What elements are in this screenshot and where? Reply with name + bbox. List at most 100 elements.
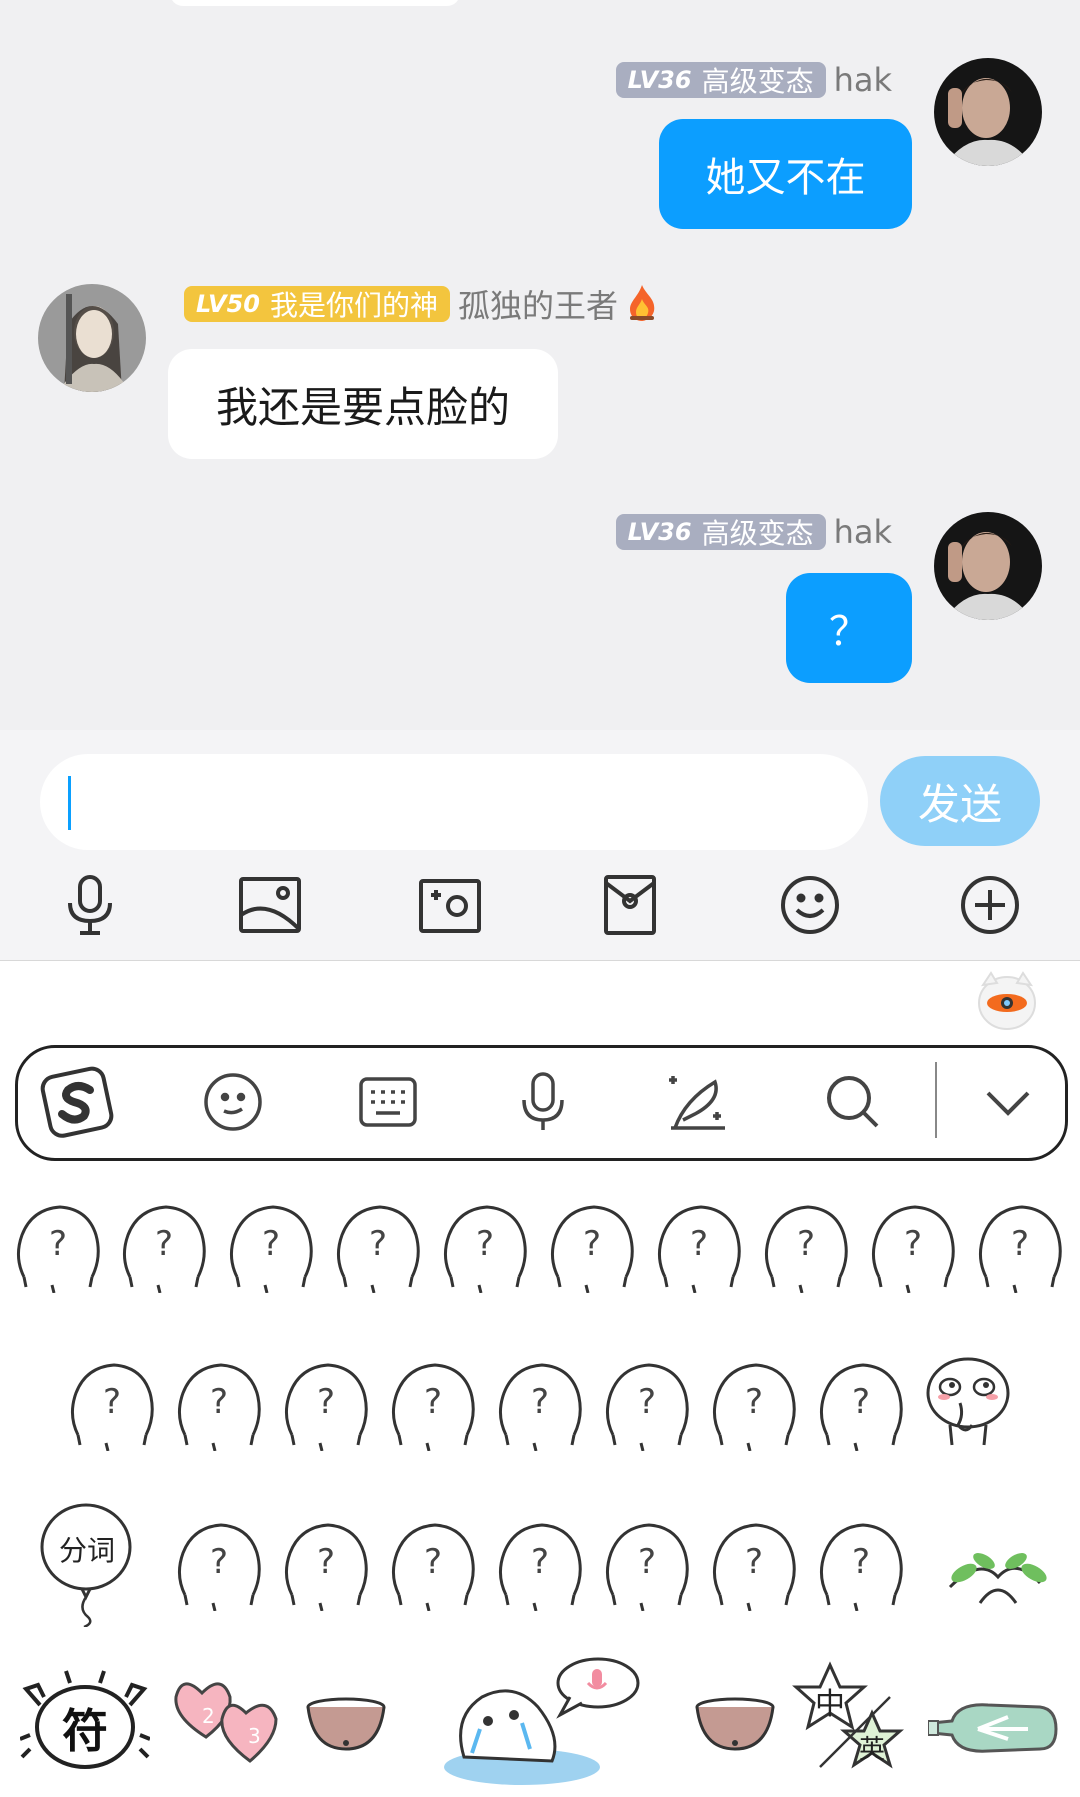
crab-sticker[interactable]: 符 (20, 1665, 150, 1777)
sticker-row: 符 23 中 英 (0, 1657, 1080, 1797)
bowl-sticker[interactable] (694, 1697, 776, 1753)
svg-text:?: ? (531, 1542, 549, 1582)
question-face-sticker[interactable]: ? (12, 1201, 104, 1293)
question-face-sticker[interactable]: ? (494, 1359, 586, 1451)
question-face-sticker[interactable]: ? (387, 1359, 479, 1451)
svg-text:?: ? (797, 1224, 815, 1264)
microphone-icon[interactable] (45, 860, 135, 950)
question-face-sticker[interactable]: ? (708, 1519, 800, 1611)
bowl-sticker[interactable] (305, 1697, 387, 1753)
question-face-sticker[interactable]: ? (280, 1519, 372, 1611)
question-face-sticker[interactable]: ? (974, 1201, 1066, 1293)
svg-text:?: ? (103, 1382, 121, 1422)
svg-text:?: ? (424, 1382, 442, 1422)
question-face-sticker[interactable]: ? (66, 1359, 158, 1451)
question-face-sticker[interactable]: ? (708, 1359, 800, 1451)
send-button[interactable]: 发送 (880, 756, 1040, 846)
svg-text:3: 3 (248, 1724, 261, 1748)
username: hak (833, 61, 892, 99)
sticker-row: ? ? ? ? ? ? ? ? ? ? (0, 1201, 1080, 1301)
question-face-sticker[interactable]: ? (760, 1201, 852, 1293)
emoji-icon[interactable] (193, 1062, 273, 1142)
svg-text:?: ? (155, 1224, 173, 1264)
crying-blob-sticker[interactable] (442, 1657, 642, 1787)
bottle-sticker[interactable] (928, 1693, 1060, 1763)
svg-text:?: ? (852, 1542, 870, 1582)
fire-icon (626, 283, 658, 325)
question-face-sticker[interactable]: ? (815, 1519, 907, 1611)
question-face-sticker[interactable]: ? (173, 1519, 265, 1611)
chat-area: LV36 高级变态 hak 她又不在 LV50 我是你们的神 孤独的王者 我还是要点… (0, 0, 1080, 730)
emoji-icon[interactable] (765, 860, 855, 950)
question-face-sticker[interactable]: ? (601, 1519, 693, 1611)
question-face-sticker[interactable]: ? (815, 1359, 907, 1451)
voice-icon[interactable] (503, 1062, 583, 1142)
message-bubble[interactable]: 我还是要点脸的 (168, 349, 558, 459)
svg-text:?: ? (583, 1224, 601, 1264)
username: hak (833, 513, 892, 551)
sender-info: LV36 高级变态 hak (615, 60, 892, 100)
level-badge: LV36 高级变态 (615, 514, 826, 550)
keyboard-icon[interactable] (348, 1062, 428, 1142)
collapse-icon[interactable] (968, 1062, 1048, 1142)
question-face-sticker[interactable]: ? (601, 1359, 693, 1451)
avatar[interactable] (38, 284, 146, 392)
question-face-sticker[interactable]: ? (332, 1201, 424, 1293)
red-packet-icon[interactable] (585, 860, 675, 950)
zh-en-switch-sticker[interactable]: 中 英 (790, 1657, 910, 1783)
sogou-logo-icon[interactable] (38, 1062, 118, 1142)
fenci-balloon-sticker[interactable]: 分词 (38, 1501, 136, 1627)
image-icon[interactable] (225, 860, 315, 950)
svg-text:?: ? (210, 1382, 228, 1422)
avatar[interactable] (934, 58, 1042, 166)
question-face-sticker[interactable]: ? (225, 1201, 317, 1293)
message-bubble[interactable]: 她又不在 (659, 119, 912, 229)
svg-text:?: ? (638, 1542, 656, 1582)
svg-text:?: ? (1011, 1224, 1029, 1264)
question-face-sticker[interactable]: ? (546, 1201, 638, 1293)
svg-text:?: ? (317, 1382, 335, 1422)
hearts-sticker[interactable]: 23 (172, 1673, 284, 1773)
question-face-sticker[interactable]: ? (387, 1519, 479, 1611)
plus-icon[interactable] (945, 860, 1035, 950)
svg-text:?: ? (638, 1382, 656, 1422)
avatar[interactable] (934, 512, 1042, 620)
question-face-sticker[interactable]: ? (653, 1201, 745, 1293)
keyboard-toolbar (15, 1045, 1068, 1161)
sticker-keyboard: ? ? ? ? ? ? ? ? ? ? ? ? ? ? ? ? ? ? 分词 ?… (0, 960, 1080, 1797)
sticker-row: 分词 ? ? ? ? ? ? ? (0, 1501, 1080, 1631)
svg-text:?: ? (424, 1542, 442, 1582)
question-face-sticker[interactable]: ? (118, 1201, 210, 1293)
svg-text:?: ? (745, 1382, 763, 1422)
thinking-face-sticker[interactable] (922, 1355, 1014, 1447)
handwriting-icon[interactable] (658, 1062, 738, 1142)
sprout-sticker[interactable] (940, 1537, 1050, 1607)
svg-text:?: ? (317, 1542, 335, 1582)
question-face-sticker[interactable]: ? (173, 1359, 265, 1451)
sticker-label: 英 (858, 1735, 885, 1765)
level-badge: LV36 高级变态 (615, 62, 826, 98)
svg-text:?: ? (531, 1382, 549, 1422)
svg-text:?: ? (904, 1224, 922, 1264)
sticker-label: 符 (62, 1704, 108, 1758)
question-face-sticker[interactable]: ? (867, 1201, 959, 1293)
camera-icon[interactable] (405, 860, 495, 950)
message-input[interactable] (40, 754, 868, 850)
message-bubble[interactable]: ？ (786, 573, 912, 683)
sticker-label: 分词 (58, 1534, 115, 1567)
svg-text:?: ? (476, 1224, 494, 1264)
svg-text:?: ? (262, 1224, 280, 1264)
question-face-sticker[interactable]: ? (280, 1359, 372, 1451)
question-face-sticker[interactable]: ? (439, 1201, 531, 1293)
svg-text:?: ? (690, 1224, 708, 1264)
question-face-sticker[interactable]: ? (494, 1519, 586, 1611)
svg-text:?: ? (49, 1224, 67, 1264)
sticker-row: ? ? ? ? ? ? ? ? (0, 1357, 1080, 1459)
svg-text:2: 2 (202, 1704, 215, 1728)
sender-info: LV50 我是你们的神 孤独的王者 (184, 283, 658, 325)
previous-message-bubble (170, 0, 460, 6)
keyboard-mascot-icon[interactable] (975, 967, 1039, 1033)
level-badge: LV50 我是你们的神 (184, 286, 450, 322)
search-icon[interactable] (813, 1062, 893, 1142)
sticker-label: 中 (815, 1687, 845, 1722)
